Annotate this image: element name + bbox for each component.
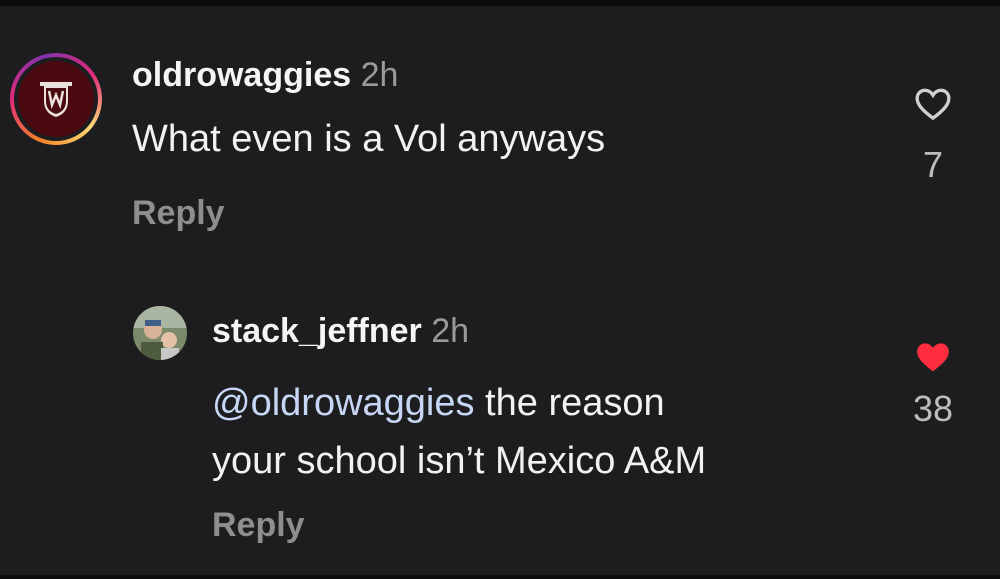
- mention-link[interactable]: @oldrowaggies: [212, 382, 475, 424]
- like-count: 38: [912, 388, 954, 429]
- comment-timestamp: 2h: [431, 312, 470, 350]
- avatar[interactable]: [10, 53, 102, 145]
- reply-button[interactable]: Reply: [132, 194, 225, 233]
- comment-text-line2: your school isn’t Mexico A&M: [212, 440, 707, 482]
- comment-username[interactable]: stack_jeffner: [212, 312, 422, 350]
- like-button[interactable]: [898, 84, 968, 128]
- comment-timestamp: 2h: [360, 56, 399, 94]
- like-count: 7: [922, 144, 944, 185]
- heart-outline-icon: [915, 88, 951, 121]
- comment-text: @oldrowaggies the reason your school isn…: [212, 374, 706, 490]
- comment-text: What even is a Vol anyways: [132, 118, 606, 160]
- photo-avatar-icon: [133, 306, 187, 360]
- reply-comment: stack_jeffner 2h @oldrowaggies the reaso…: [0, 286, 1000, 576]
- avatar[interactable]: [133, 306, 187, 360]
- like-button[interactable]: [898, 338, 968, 378]
- heart-filled-icon: [917, 343, 949, 372]
- maroon-crest-icon: [18, 61, 94, 137]
- comment: oldrowaggies 2h What even is a Vol anywa…: [0, 6, 1000, 266]
- comment-username[interactable]: oldrowaggies: [132, 56, 351, 94]
- comments-panel: oldrowaggies 2h What even is a Vol anywa…: [0, 0, 1000, 579]
- reply-button[interactable]: Reply: [212, 506, 305, 545]
- comment-text-line1: the reason: [474, 382, 665, 424]
